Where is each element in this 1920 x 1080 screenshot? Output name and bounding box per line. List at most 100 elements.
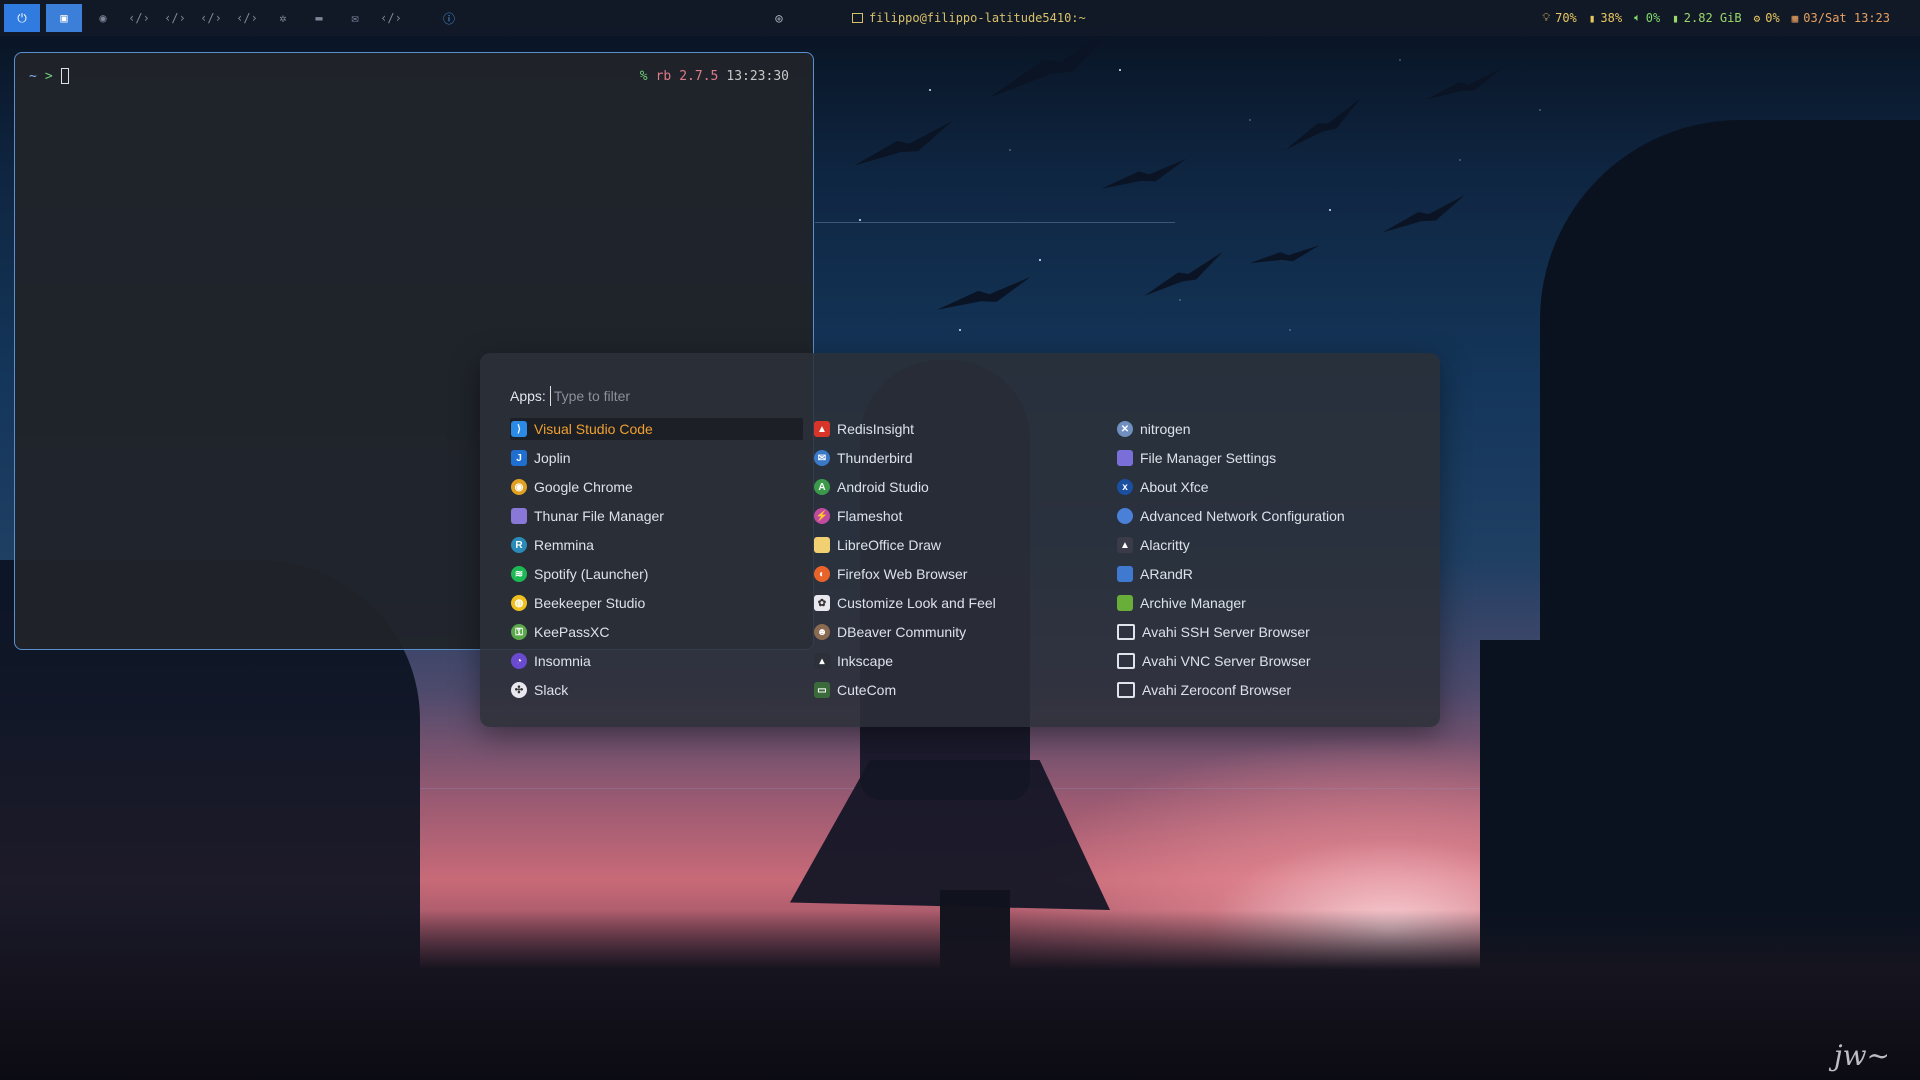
app-label: Joplin: [534, 450, 571, 466]
mail-workspace-icon: ✉: [351, 11, 359, 25]
app-item[interactable]: R Remmina: [510, 534, 813, 556]
rprompt-time: 13:23:30: [726, 69, 789, 84]
lightbulb-icon: 💡︎: [1542, 11, 1551, 24]
app-item[interactable]: A Android Studio: [813, 476, 1116, 498]
app-label: Flameshot: [837, 508, 903, 524]
mail-workspace-button[interactable]: ✉: [340, 4, 370, 32]
app-item[interactable]: LibreOffice Draw: [813, 534, 1116, 556]
prompt-arrow: >: [44, 68, 53, 84]
app-item[interactable]: Thunar File Manager: [510, 505, 813, 527]
avahi-ssh-icon: [1117, 624, 1135, 640]
avahi-zeroconf-icon: [1117, 682, 1135, 698]
info-workspace-icon: ⓘ: [442, 11, 455, 26]
app-item[interactable]: Advanced Network Configuration: [1116, 505, 1419, 527]
app-item[interactable]: ▴ Inkscape: [813, 650, 1116, 672]
app-label: Avahi VNC Server Browser: [1142, 653, 1311, 669]
power-button[interactable]: ⏻: [4, 4, 40, 32]
rprompt-ruby: rb: [655, 69, 672, 84]
app-item[interactable]: Archive Manager: [1116, 592, 1419, 614]
rprompt-symbol: %: [639, 69, 648, 84]
file-manager-settings-icon: [1117, 450, 1133, 466]
cpu-indicator[interactable]: ⚙ 0%: [1754, 11, 1780, 25]
app-label: Thunderbird: [837, 450, 913, 466]
app-item[interactable]: ▭ CuteCom: [813, 679, 1116, 701]
code-workspace-1-button[interactable]: ‹/›: [124, 4, 154, 32]
app-item[interactable]: ▲ Alacritty: [1116, 534, 1419, 556]
spotify-icon: ≋: [511, 566, 527, 582]
memory-indicator[interactable]: ▮ 2.82 GiB: [1672, 11, 1741, 25]
code-workspace-2-button[interactable]: ‹/›: [160, 4, 190, 32]
app-label: nitrogen: [1140, 421, 1191, 437]
battery-icon: ▮: [1588, 11, 1596, 25]
system-status: 💡︎ 70% ▮ 38% 🔈︎ 0% ▮ 2.82 GiB ⚙ 0% ▦ 03/…: [1542, 0, 1890, 36]
memory-value: 2.82 GiB: [1683, 11, 1742, 25]
app-label: Inkscape: [837, 653, 894, 669]
active-window-title: filippo@filippo-latitude5410:~: [852, 0, 1086, 36]
app-item[interactable]: ◐ Firefox Web Browser: [813, 563, 1116, 585]
app-item[interactable]: ⚡ Flameshot: [813, 505, 1116, 527]
app-label: Archive Manager: [1140, 595, 1246, 611]
app-item[interactable]: Avahi Zeroconf Browser: [1116, 679, 1419, 701]
archive-manager-icon: [1117, 595, 1133, 611]
rprompt-ruby-version: 2.7.5: [679, 69, 719, 84]
terminal-workspace-button[interactable]: ▣: [46, 4, 82, 32]
brightness-indicator[interactable]: 💡︎ 70%: [1542, 11, 1576, 25]
app-item[interactable]: ≋ Spotify (Launcher): [510, 563, 813, 585]
app-label: Visual Studio Code: [534, 421, 653, 437]
folder-workspace-button[interactable]: ▬: [304, 4, 334, 32]
memory-icon: ▮: [1672, 11, 1679, 25]
flameshot-icon: ⚡: [814, 508, 830, 524]
joplin-icon: J: [511, 450, 527, 466]
app-item[interactable]: ⚿ KeePassXC: [510, 621, 813, 643]
clock-indicator[interactable]: ▦ 03/Sat 13:23: [1792, 11, 1890, 25]
terminal-cursor: [60, 68, 69, 84]
app-label: Insomnia: [534, 653, 591, 669]
app-item[interactable]: ✣ Slack: [510, 679, 813, 701]
speaker-icon: 🔈︎: [1634, 11, 1641, 24]
firefox-icon: ◐: [814, 566, 830, 582]
app-item[interactable]: ◔ Insomnia: [510, 650, 813, 672]
workspace-switcher: ⏻ ▣ ◉ ‹/› ‹/› ‹/› ‹/› ✲ ▬ ✉ ‹/› ⓘ ◎: [0, 0, 794, 36]
app-item[interactable]: ⟩ Visual Studio Code: [510, 418, 803, 440]
gear-workspace-icon: ✲: [279, 11, 287, 25]
app-item[interactable]: J Joplin: [510, 447, 813, 469]
cpu-icon: ⚙: [1753, 11, 1761, 25]
app-item[interactable]: ✿ Customize Look and Feel: [813, 592, 1116, 614]
volume-indicator[interactable]: 🔈︎ 0%: [1634, 11, 1660, 25]
app-item[interactable]: ▲ RedisInsight: [813, 418, 1116, 440]
app-label: Advanced Network Configuration: [1140, 508, 1345, 524]
chrome-icon: ◉: [511, 479, 527, 495]
browser-workspace-button[interactable]: ◉: [88, 4, 118, 32]
beekeeper-icon: ◍: [511, 595, 527, 611]
cpu-value: 0%: [1765, 11, 1780, 25]
code-workspace-5-button[interactable]: ‹/›: [376, 4, 406, 32]
app-item[interactable]: ☻ DBeaver Community: [813, 621, 1116, 643]
code-workspace-4-icon: ‹/›: [236, 11, 258, 25]
keepassxc-icon: ⚿: [511, 624, 527, 640]
app-item[interactable]: Avahi SSH Server Browser: [1116, 621, 1419, 643]
app-item[interactable]: ARandR: [1116, 563, 1419, 585]
app-item[interactable]: ◉ Google Chrome: [510, 476, 813, 498]
app-filter-input[interactable]: [549, 386, 856, 406]
app-item[interactable]: ✉ Thunderbird: [813, 447, 1116, 469]
app-item[interactable]: Avahi VNC Server Browser: [1116, 650, 1419, 672]
gear-workspace-button[interactable]: ✲: [268, 4, 298, 32]
app-item[interactable]: ◍ Beekeeper Studio: [510, 592, 813, 614]
code-workspace-3-icon: ‹/›: [200, 11, 222, 25]
app-item[interactable]: ✕ nitrogen: [1116, 418, 1419, 440]
code-workspace-2-icon: ‹/›: [164, 11, 186, 25]
app-label: Avahi SSH Server Browser: [1142, 624, 1310, 640]
info-workspace-button[interactable]: ⓘ: [434, 4, 464, 32]
github-workspace-button[interactable]: ◎: [764, 4, 794, 32]
app-launcher: Apps: ⟩ Visual Studio Code ▲ RedisInsight ✕ n…: [480, 353, 1440, 727]
battery-indicator[interactable]: ▮ 38%: [1589, 11, 1622, 25]
app-item[interactable]: File Manager Settings: [1116, 447, 1419, 469]
app-item[interactable]: x About Xfce: [1116, 476, 1419, 498]
code-workspace-1-icon: ‹/›: [128, 11, 150, 25]
terminal-right-prompt: % rb 2.7.5 13:23:30: [640, 69, 789, 84]
code-workspace-4-button[interactable]: ‹/›: [232, 4, 262, 32]
app-label: Slack: [534, 682, 569, 698]
github-workspace-icon: ◎: [775, 11, 783, 25]
window-title-text: filippo@filippo-latitude5410:~: [869, 11, 1086, 25]
code-workspace-3-button[interactable]: ‹/›: [196, 4, 226, 32]
